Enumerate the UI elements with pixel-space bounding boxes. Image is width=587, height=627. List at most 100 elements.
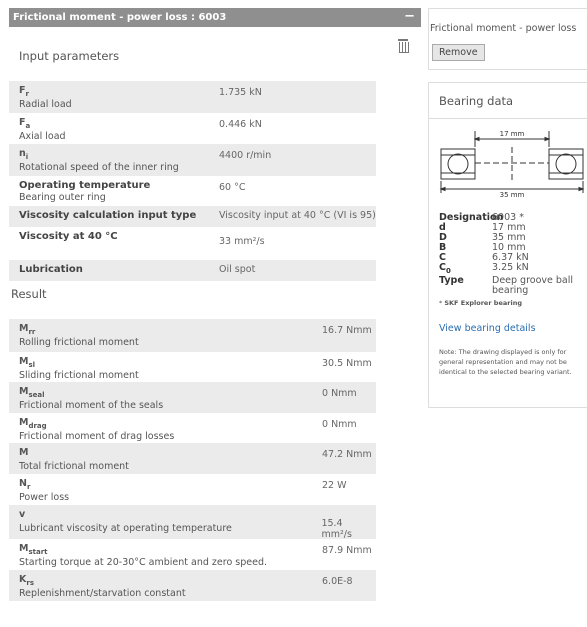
calculation-title: Frictional moment - power loss (430, 23, 577, 34)
result-description: Lubricant viscosity at operating tempera… (19, 522, 232, 534)
sidebar: Frictional moment - power loss Remove Be… (428, 8, 587, 408)
result-description: Power loss (19, 491, 70, 503)
param-subscript: i (25, 152, 29, 161)
input-row-axial-load: Fa Axial load 0.446 kN (9, 113, 376, 144)
result-value: 6.0E-8 (322, 576, 353, 587)
result-table: Mrr Rolling frictional moment 16.7 Nmm M… (9, 319, 421, 601)
result-symbol: v (19, 509, 26, 520)
bearing-data-box: Bearing data 17 mm 35 mm Designation 600… (428, 82, 587, 408)
param-description: Axial load (19, 130, 66, 142)
param-value: Viscosity input at 40 °C (VI is 95) (219, 210, 376, 221)
result-row-rolling: Mrr Rolling frictional moment 16.7 Nmm (9, 319, 376, 352)
param-label: Viscosity at 40 °C (19, 231, 118, 242)
spec-key: C (439, 252, 446, 263)
view-bearing-details-link[interactable]: View bearing details (439, 323, 587, 334)
outer-diameter-label: 35 mm (500, 191, 525, 199)
param-description: Bearing outer ring (19, 192, 106, 203)
panel-title: Frictional moment - power loss : 6003 (13, 12, 227, 23)
input-row-viscosity-40: Viscosity at 40 °C 33 mm²/s (9, 227, 376, 260)
spec-row: Type Deep groove ball bearing (439, 274, 587, 296)
result-row-drag: Mdrag Frictional moment of drag losses 0… (9, 413, 376, 443)
result-value: 0 Nmm (322, 419, 357, 430)
spec-key: C (439, 262, 446, 273)
calculation-summary-box: Frictional moment - power loss Remove (428, 8, 587, 70)
result-subscript: start (28, 547, 48, 556)
spec-row: C0 3.25 kN (439, 263, 587, 276)
result-row-starting-torque: Mstart Starting torque at 20-30°C ambien… (9, 539, 376, 570)
panel-titlebar: Frictional moment - power loss : 6003 − (9, 8, 421, 27)
spec-key: Designation (439, 212, 504, 223)
spec-value: Deep groove ball bearing (492, 274, 574, 296)
param-label: Lubrication (19, 264, 83, 275)
input-row-lubrication: Lubrication Oil spot (9, 260, 376, 281)
param-subscript: r (25, 89, 29, 98)
drawing-note: Note: The drawing displayed is only for … (439, 347, 572, 376)
result-symbol: N (19, 478, 27, 489)
result-value: 16.7 Nmm (322, 325, 372, 336)
result-description: Rolling frictional moment (19, 336, 139, 348)
param-value: 60 °C (219, 182, 246, 193)
result-value: 0 Nmm (322, 388, 357, 399)
spec-key: D (439, 232, 447, 243)
result-subscript: rs (26, 578, 34, 587)
result-description: Sliding frictional moment (19, 369, 139, 381)
trash-icon[interactable] (397, 39, 409, 53)
explorer-label: SKF Explorer bearing (444, 298, 522, 307)
input-parameters-table: Fr Radial load 1.735 kN Fa Axial load 0.… (9, 81, 421, 281)
param-value: 1.735 kN (219, 87, 262, 98)
result-value: 87.9 Nmm (322, 545, 372, 556)
result-value: 30.5 Nmm (322, 358, 372, 369)
input-parameters-title: Input parameters (19, 49, 120, 63)
result-header: Result (9, 281, 421, 319)
result-description: Frictional moment of the seals (19, 399, 164, 411)
remove-button[interactable]: Remove (432, 44, 485, 61)
spec-subscript: 0 (445, 266, 451, 275)
spec-key: Type (439, 274, 464, 286)
result-row-power-loss: Nr Power loss 22 W (9, 474, 376, 505)
param-value: Oil spot (219, 264, 256, 275)
result-description: Total frictional moment (19, 460, 129, 472)
result-value: 22 W (322, 480, 347, 491)
result-row-total: M Total frictional moment 47.2 Nmm (9, 443, 376, 474)
result-description: Replenishment/starvation constant (19, 587, 186, 599)
result-description: Starting torque at 20-30°C ambient and z… (19, 556, 268, 568)
result-value: 47.2 Nmm (322, 449, 372, 460)
result-value: 15.4 mm²/s (321, 518, 352, 540)
spec-value: 3.25 kN (492, 262, 529, 273)
param-label: Operating temperature (19, 180, 151, 191)
calculation-panel: Frictional moment - power loss : 6003 − … (9, 8, 421, 627)
spec-key: B (439, 242, 447, 253)
result-row-replenishment: Krs Replenishment/starvation constant 6.… (9, 570, 376, 601)
param-value: 33 mm²/s (219, 236, 265, 247)
param-value: 4400 r/min (219, 150, 272, 161)
result-subscript: sl (28, 360, 36, 369)
bearing-cross-section-icon: 17 mm 35 mm (439, 130, 585, 199)
result-row-viscosity: v Lubricant viscosity at operating tempe… (9, 505, 376, 540)
result-title: Result (11, 287, 47, 301)
bearing-drawing: 17 mm 35 mm (437, 127, 587, 203)
input-row-operating-temperature: Operating temperature Bearing outer ring… (9, 176, 376, 206)
result-subscript: seal (28, 390, 45, 399)
input-row-radial-load: Fr Radial load 1.735 kN (9, 81, 376, 113)
result-row-seals: Mseal Frictional moment of the seals 0 N… (9, 382, 376, 413)
input-row-rotational-speed: ni Rotational speed of the inner ring 44… (9, 144, 376, 176)
param-description: Rotational speed of the inner ring (19, 161, 179, 173)
param-label: Viscosity calculation input type (19, 210, 197, 221)
param-symbol: n (19, 148, 26, 159)
explorer-footnote: * SKF Explorer bearing (439, 299, 587, 307)
result-symbol: M (19, 447, 29, 458)
collapse-button[interactable]: − (404, 8, 415, 25)
result-subscript: rr (28, 327, 36, 336)
result-subscript: drag (28, 421, 47, 430)
param-value: 0.446 kN (219, 119, 262, 130)
result-description: Frictional moment of drag losses (19, 430, 175, 442)
input-row-viscosity-type: Viscosity calculation input type Viscosi… (9, 206, 376, 227)
result-row-sliding: Msl Sliding frictional moment 30.5 Nmm (9, 352, 376, 382)
bearing-spec-list: Designation 6003 * d 17 mm D 35 mm B 10 mm C… (439, 213, 587, 296)
inner-diameter-label: 17 mm (500, 130, 525, 138)
param-subscript: a (25, 121, 31, 130)
result-subscript: r (26, 482, 31, 491)
param-description: Radial load (19, 98, 72, 110)
bearing-data-title: Bearing data (429, 83, 587, 119)
input-parameters-header: Input parameters (9, 27, 421, 81)
